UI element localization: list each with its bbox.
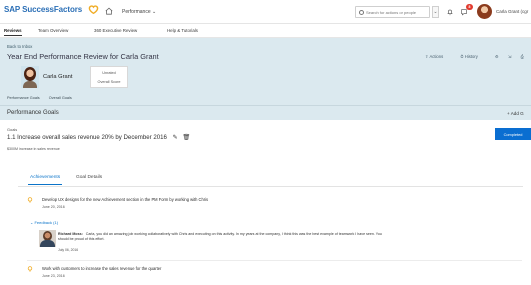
export-icon[interactable]: ⇲ — [508, 54, 512, 59]
back-to-inbox-link[interactable]: Back to Inbox — [7, 44, 32, 49]
tab-team-overview[interactable]: Team Overview — [38, 28, 68, 33]
delete-icon[interactable]: 🗑 — [182, 134, 190, 141]
feedback-avatar-body — [40, 240, 55, 247]
edit-icon[interactable]: ✎ — [173, 134, 178, 141]
review-actions: ⇪ Actions ⏱ History ⚙ ⇲ ⎙ — [425, 54, 531, 59]
divider — [27, 260, 522, 261]
actions-button[interactable]: ⇪ Actions — [425, 54, 451, 59]
tab-achievements[interactable]: Achievements — [27, 175, 63, 185]
achievement-item: Develop UX designs for the new Achieveme… — [27, 197, 522, 217]
achievement-date: June 20, 2016 — [42, 205, 65, 209]
goal-title: 1.1 Increase overall sales revenue 20% b… — [7, 134, 190, 141]
overall-score-value: Unrated — [102, 71, 116, 75]
home-icon[interactable] — [105, 7, 113, 15]
goal-metric: $300M increase in sales revenue — [7, 147, 60, 151]
employee-photo-body — [23, 81, 37, 88]
completed-button[interactable]: Completed — [495, 128, 531, 140]
global-search[interactable] — [355, 6, 430, 18]
section-overall-goals[interactable]: Overall Goals — [49, 96, 72, 100]
review-section-links: Performance Goals Overall Goals — [7, 96, 80, 100]
overall-score-label: Overall Score — [97, 80, 121, 84]
brand-logo[interactable]: SAP SuccessFactors — [4, 5, 82, 14]
gear-icon[interactable]: ⚙ — [495, 54, 499, 59]
history-button[interactable]: ⏱ History — [460, 54, 485, 59]
add-goal-button[interactable]: + Add G — [507, 111, 524, 116]
feedback-comment: Richard Moss: Carla, you did an amazing … — [58, 232, 388, 242]
feedback-author: Richard Moss: — [58, 232, 83, 236]
feedback-date: July 06, 2016 — [58, 248, 79, 252]
performance-goals-bar: Performance Goals + Add G — [0, 105, 531, 120]
feedback-text: Carla, you did an amazing job working co… — [58, 232, 382, 241]
achievement-title: Work with customers to increase the sale… — [42, 266, 162, 271]
module-switcher[interactable]: Performance ⌄ — [122, 9, 156, 15]
feedback-toggle[interactable]: ⌄ Feedback (1) — [30, 220, 58, 225]
page-title: Year End Performance Review for Carla Gr… — [7, 52, 159, 61]
user-avatar[interactable] — [477, 4, 492, 19]
employee-photo-head — [24, 67, 36, 81]
feedback-avatar — [39, 230, 56, 247]
top-navigation: Reviews Team Overview 360 Executive Revi… — [0, 24, 531, 38]
search-icon — [359, 10, 364, 15]
goal-content: Goals 1.1 Increase overall sales revenue… — [0, 120, 531, 285]
notification-badge: 8 — [466, 4, 473, 10]
section-performance-goals[interactable]: Performance Goals — [7, 96, 40, 100]
employee-photo — [21, 66, 39, 88]
bell-icon[interactable] — [446, 8, 454, 16]
lightbulb-icon — [27, 266, 33, 272]
achievement-date: June 23, 2016 — [42, 274, 65, 278]
lightbulb-icon — [27, 197, 33, 203]
overall-score-box: Unrated Overall Score — [90, 66, 128, 88]
print-icon[interactable]: ⎙ — [521, 54, 524, 59]
goal-tabs: Achievements Goal Details — [18, 174, 523, 187]
employee-name: Carla Grant — [43, 74, 73, 80]
achievement-title: Develop UX designs for the new Achieveme… — [42, 197, 209, 202]
tab-goal-details[interactable]: Goal Details — [76, 175, 102, 180]
search-scope-dropdown[interactable]: ⌄ — [432, 6, 439, 18]
review-header: Back to Inbox Year End Performance Revie… — [0, 38, 531, 120]
tab-help-tutorials[interactable]: Help & Tutorials — [167, 28, 198, 33]
goal-title-text: 1.1 Increase overall sales revenue 20% b… — [7, 134, 167, 141]
goals-label: Goals — [7, 127, 18, 132]
section-title: Performance Goals — [7, 110, 59, 116]
tab-reviews[interactable]: Reviews — [4, 28, 22, 36]
shell-bar: SAP SuccessFactors Performance ⌄ ⌄ 8 Car… — [0, 0, 531, 24]
achievement-item: Work with customers to increase the sale… — [27, 266, 522, 284]
heart-icon — [88, 5, 99, 15]
search-input[interactable] — [366, 9, 428, 16]
tab-360-executive-review[interactable]: 360 Executive Review — [94, 28, 137, 33]
user-name[interactable]: Carla Grant (cgr — [496, 9, 528, 14]
